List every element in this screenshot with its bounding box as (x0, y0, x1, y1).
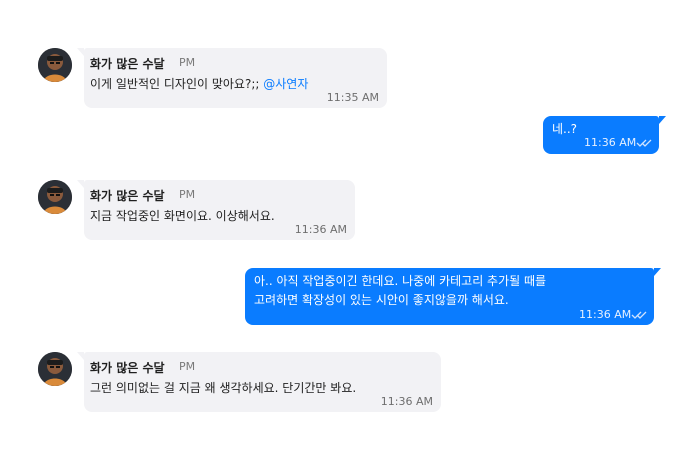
meridiem-label: PM (179, 188, 196, 201)
message-bubble-incoming[interactable]: 화가 많은 수달 PM 이게 일반적인 디자인이 맞아요?;; @사연자 11:… (77, 48, 387, 108)
message-line: 고려하면 확장성이 있는 시안이 좋지않을까 해서요. (254, 293, 509, 307)
message-bubble-outgoing[interactable]: 아.. 아직 작업중이긴 한데요. 나중에 카테고리 추가될 때를 고려하면 확… (245, 268, 661, 325)
message-time: 11:36 AM (579, 308, 632, 321)
avatar[interactable] (38, 48, 72, 82)
message-text: 지금 작업중인 화면이요. 이상해서요. (90, 209, 275, 223)
avatar-icon (38, 352, 72, 386)
double-check-icon (636, 139, 652, 147)
message-bubble-outgoing[interactable]: 네..? 11:36 AM (543, 116, 666, 154)
sender-name[interactable]: 화가 많은 수달 (90, 359, 165, 376)
message-time: 11:36 AM (294, 223, 347, 236)
mention-link[interactable]: @사연자 (263, 77, 308, 91)
message-body: 이게 일반적인 디자인이 맞아요?;; (90, 77, 264, 91)
double-check-icon (631, 311, 647, 319)
message-time: 11:35 AM (326, 91, 379, 104)
sender-name[interactable]: 화가 많은 수달 (90, 187, 165, 204)
message-time: 11:36 AM (380, 395, 433, 408)
message-bubble-incoming[interactable]: 화가 많은 수달 PM 지금 작업중인 화면이요. 이상해서요. 11:36 A… (77, 180, 355, 240)
message-bubble-incoming[interactable]: 화가 많은 수달 PM 그런 의미없는 걸 지금 왜 생각하세요. 단기간만 봐… (77, 352, 441, 412)
message-text: 이게 일반적인 디자인이 맞아요?;; @사연자 (90, 74, 308, 94)
message-text: 그런 의미없는 걸 지금 왜 생각하세요. 단기간만 봐요. (90, 381, 357, 395)
avatar-icon (38, 48, 72, 82)
message-text: 네..? (552, 122, 578, 136)
meridiem-label: PM (179, 360, 196, 373)
sender-name[interactable]: 화가 많은 수달 (90, 55, 165, 72)
message-time: 11:36 AM (584, 136, 637, 149)
avatar[interactable] (38, 352, 72, 386)
avatar[interactable] (38, 180, 72, 214)
avatar-icon (38, 180, 72, 214)
meridiem-label: PM (179, 56, 196, 69)
message-line: 아.. 아직 작업중이긴 한데요. 나중에 카테고리 추가될 때를 (254, 274, 547, 288)
